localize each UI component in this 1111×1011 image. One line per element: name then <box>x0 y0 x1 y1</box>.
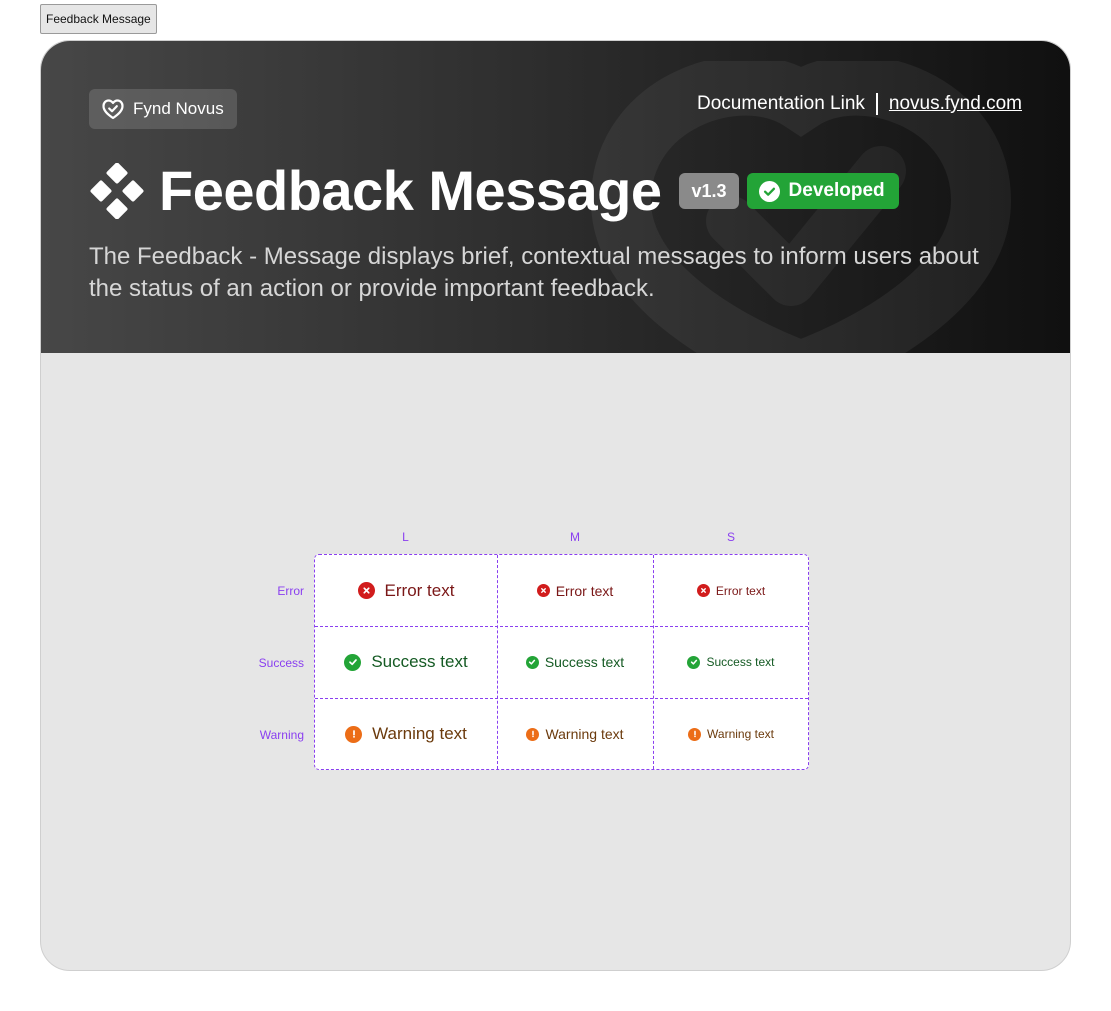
brand-badge: Fynd Novus <box>89 89 237 129</box>
check-circle-icon <box>758 180 780 202</box>
error-message-m-cell: Error text <box>497 555 653 626</box>
alert-circle-icon <box>526 727 540 741</box>
error-message-text: Error text <box>715 583 766 598</box>
title-row: Feedback Message v1.3 Developed <box>89 161 899 221</box>
documentation-url-link[interactable]: novus.fynd.com <box>889 93 1022 115</box>
row-label-success: Success <box>258 656 304 670</box>
column-label-m: M <box>570 530 580 544</box>
version-badge: v1.3 <box>679 173 739 209</box>
success-message-s: Success text <box>687 655 775 669</box>
warning-message-s-cell: Warning text <box>653 698 809 770</box>
close-circle-icon <box>696 584 710 597</box>
warning-message-m-cell: Warning text <box>497 698 653 770</box>
column-label-s: S <box>726 530 735 544</box>
success-message-m-cell: Success text <box>497 626 653 698</box>
heart-check-icon <box>102 99 124 120</box>
success-message-l: Success text <box>344 652 468 672</box>
check-circle-icon <box>687 655 701 669</box>
warning-message-l-cell: Warning text <box>315 698 497 770</box>
error-message-text: Error text <box>384 580 455 600</box>
row-label-error: Error <box>277 584 304 598</box>
warning-message-s: Warning text <box>688 727 774 741</box>
brand-name: Fynd Novus <box>133 99 224 118</box>
warning-message-l: Warning text <box>345 724 467 744</box>
warning-message-text: Warning text <box>545 726 624 742</box>
alert-circle-icon <box>345 725 363 743</box>
success-message-text: Success text <box>371 652 468 671</box>
column-label-l: L <box>402 530 409 544</box>
success-message-text: Success text <box>706 655 775 669</box>
row-label-warning: Warning <box>259 728 304 742</box>
error-message-s-cell: Error text <box>653 555 809 626</box>
success-message-s-cell: Success text <box>653 626 809 698</box>
page-title: Feedback Message <box>159 159 662 222</box>
status-label: Developed <box>788 180 885 201</box>
close-circle-icon <box>357 582 375 599</box>
component-description: The Feedback - Message displays brief, c… <box>89 243 979 302</box>
success-message-l-cell: Success text <box>315 626 497 698</box>
error-message-l-cell: Error text <box>315 555 497 626</box>
divider <box>875 93 878 115</box>
alert-circle-icon <box>688 727 702 741</box>
frame-label-button[interactable]: Feedback Message <box>40 4 157 34</box>
check-circle-icon <box>344 653 362 671</box>
status-badge: Developed <box>746 173 899 209</box>
component-card: Fynd Novus Documentation Link novus.fynd… <box>40 40 1071 971</box>
error-message-m: Error text <box>536 582 614 599</box>
error-message-l: Error text <box>357 580 455 601</box>
error-message-s: Error text <box>696 583 766 598</box>
warning-message-text: Warning text <box>372 724 467 743</box>
variant-matrix: Error text Error text Error text Success… <box>314 554 809 770</box>
check-circle-icon <box>525 655 539 669</box>
success-message-m: Success text <box>525 654 625 670</box>
success-message-text: Success text <box>544 654 625 670</box>
error-message-text: Error text <box>555 582 614 599</box>
close-circle-icon <box>536 584 550 597</box>
diamond-cluster-icon <box>90 163 144 219</box>
warning-message-m: Warning text <box>526 726 624 742</box>
hero-header: Fynd Novus Documentation Link novus.fynd… <box>41 41 1070 353</box>
documentation-link-label: Documentation Link <box>696 93 865 114</box>
documentation-links: Documentation Link novus.fynd.com <box>697 93 1022 115</box>
warning-message-text: Warning text <box>707 727 774 741</box>
